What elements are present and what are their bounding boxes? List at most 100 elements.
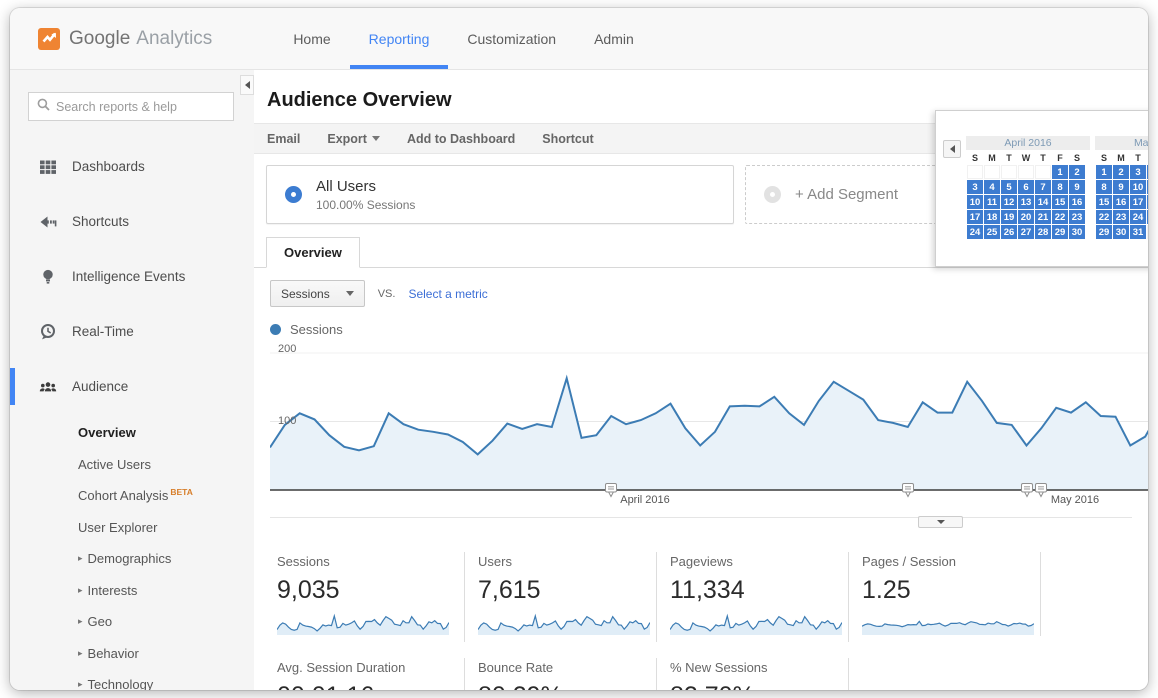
calendar-day-cell[interactable]: 2 [1069,165,1085,179]
toolbar-add-to-dashboard-button[interactable]: Add to Dashboard [407,132,515,146]
sidebar-item-shortcuts[interactable]: Shortcuts [10,194,254,249]
calendar-day-cell[interactable]: 21 [1035,210,1051,224]
calendar-day-cell[interactable]: 22 [1096,210,1112,224]
calendar-day-cell[interactable]: 23 [1113,210,1129,224]
calendar-day-cell[interactable]: 25 [984,225,1000,239]
calendar-day-cell[interactable]: 11 [1147,180,1148,194]
calendar-day-cell[interactable]: 12 [1001,195,1017,209]
expand-arrow-icon: ▸ [78,616,83,627]
calendar-day-cell[interactable]: 10 [1130,180,1146,194]
annotation-marker-icon[interactable] [901,482,915,503]
calendar-day-cell[interactable]: 26 [1001,225,1017,239]
calendar-day-cell[interactable]: 8 [1096,180,1112,194]
calendar-day-cell[interactable]: 28 [1035,225,1051,239]
calendar-day-cell[interactable]: 29 [1052,225,1068,239]
calendar-day-cell[interactable]: 24 [967,225,983,239]
calendar-day-cell[interactable]: 16 [1069,195,1085,209]
calendar-day-cell[interactable]: 13 [1018,195,1034,209]
calendar-day-cell[interactable]: 17 [967,210,983,224]
calendar-day-cell[interactable]: 18 [1147,195,1148,209]
segment-donut-gray-icon [764,186,781,203]
nav-tab-home[interactable]: Home [274,8,349,69]
x-axis-label-may-2016: May 2016 [1051,494,1099,506]
chevron-down-icon [937,520,945,524]
calendar-day-cell[interactable]: 4 [1147,165,1148,179]
nav-tab-admin[interactable]: Admin [575,8,653,69]
sidebar-item-label: Shortcuts [72,214,129,229]
calendar-month-title: May 2016 [1095,136,1148,150]
previous-month-button[interactable] [943,140,961,158]
sidebar-subitem-technology[interactable]: ▸Technology [78,669,254,690]
sidebar-subitem-interests[interactable]: ▸Interests [78,575,254,607]
tab-overview[interactable]: Overview [266,237,360,268]
calendar-day-cell[interactable]: 9 [1069,180,1085,194]
calendar-day-cell[interactable]: 29 [1096,225,1112,239]
metric-card-pageviews: Pageviews11,334 [656,552,848,642]
sidebar-subitem-behavior[interactable]: ▸Behavior [78,638,254,670]
sidebar-nav: Dashboards Shortcuts Intelligence EventsRe… [10,139,254,414]
sidebar-item-real-time[interactable]: Real-Time [10,304,254,359]
calendar-day-cell[interactable]: 11 [984,195,1000,209]
calendar-day-cell[interactable]: 6 [1018,180,1034,194]
metric-value: 7,615 [478,576,656,605]
calendar-day-cell[interactable]: 27 [1018,225,1034,239]
calendar-day-cell[interactable]: 31 [1130,225,1146,239]
sidebar-item-intelligence-events[interactable]: Intelligence Events [10,249,254,304]
nav-tab-reporting[interactable]: Reporting [350,8,449,69]
calendar-day-cell[interactable]: 4 [984,180,1000,194]
sidebar-subitem-label: Geo [88,614,113,629]
sidebar-subitem-geo[interactable]: ▸ Geo [78,606,254,638]
expand-chart-controls-button[interactable] [918,516,963,528]
calendar-day-cell[interactable]: 2 [1113,165,1129,179]
calendar-day-cell[interactable]: 22 [1052,210,1068,224]
calendar-day-cell[interactable]: 8 [1052,180,1068,194]
expand-arrow-icon: ▸ [78,679,83,690]
calendar-day-cell[interactable]: 18 [984,210,1000,224]
calendar-day-cell[interactable]: 5 [1001,180,1017,194]
select-metric-link[interactable]: Select a metric [408,287,487,301]
metric-dropdown[interactable]: Sessions [270,280,365,307]
metric-card-new-sessions: % New Sessions82.70% [656,658,848,690]
sidebar-collapse-button[interactable] [240,75,254,95]
calendar-day-cell[interactable]: 3 [1130,165,1146,179]
annotation-marker-icon[interactable] [1034,482,1048,503]
calendar-day-cell[interactable]: 1 [1096,165,1112,179]
calendar-day-cell[interactable]: 3 [967,180,983,194]
search-input[interactable] [56,100,225,114]
beta-badge: BETA [170,487,193,497]
sidebar-subitem-overview[interactable]: Overview [78,417,254,449]
annotation-marker-icon[interactable] [1020,482,1034,503]
calendar-day-cell[interactable]: 17 [1130,195,1146,209]
calendar-day-cell[interactable]: 24 [1130,210,1146,224]
calendar-day-cell[interactable]: 10 [967,195,983,209]
toolbar-email-button[interactable]: Email [267,132,300,146]
calendar-day-cell[interactable]: 20 [1018,210,1034,224]
calendar-day-cell[interactable]: 9 [1113,180,1129,194]
calendar-day-cell[interactable]: 15 [1096,195,1112,209]
expand-arrow-icon: ▸ [78,553,83,564]
calendar-day-cell[interactable]: 1 [1052,165,1068,179]
segment-all-users[interactable]: All Users 100.00% Sessions [266,165,734,224]
calendar-day-cell[interactable]: 25 [1147,210,1148,224]
calendar-day-cell[interactable]: 19 [1001,210,1017,224]
sidebar-subitem-active-users[interactable]: Active Users [78,449,254,481]
calendar-day-cell[interactable]: 15 [1052,195,1068,209]
calendar-months: April 2016SMTWTFS12345678910111213141516… [966,136,1148,240]
calendar-day-cell[interactable]: 23 [1069,210,1085,224]
toolbar-export-button[interactable]: Export [327,132,380,146]
sidebar-subitem-cohort-analysis[interactable]: Cohort AnalysisBETA [78,480,254,512]
calendar-day-cell[interactable]: 30 [1113,225,1129,239]
sidebar-item-audience[interactable]: Audience [10,359,254,414]
calendar-day-cell[interactable]: 30 [1069,225,1085,239]
calendar-month-title: April 2016 [966,136,1090,150]
sidebar-subitem-user-explorer[interactable]: User Explorer [78,512,254,544]
sidebar-item-dashboards[interactable]: Dashboards [10,139,254,194]
nav-tab-customization[interactable]: Customization [448,8,575,69]
sidebar-subitem-demographics[interactable]: ▸Demographics [78,543,254,575]
calendar-day-cell[interactable]: 16 [1113,195,1129,209]
calendar-day-cell[interactable]: 14 [1035,195,1051,209]
calendar-day-cell[interactable]: 7 [1035,180,1051,194]
annotation-marker-icon[interactable] [604,482,618,503]
audience-submenu: OverviewActive UsersCohort AnalysisBETAU… [78,417,254,690]
toolbar-shortcut-button[interactable]: Shortcut [542,132,593,146]
